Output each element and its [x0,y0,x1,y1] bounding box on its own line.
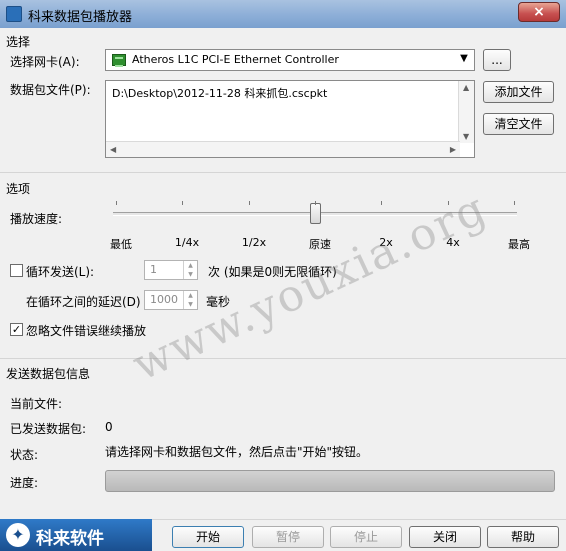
delay-label: 在循环之间的延迟(D) [26,295,141,309]
clear-file-button[interactable]: 清空文件 [483,113,554,135]
brand-logo: ✦ 科来软件 [0,519,152,551]
section-heading-info: 发送数据包信息 [6,367,91,381]
stepper-down-icon[interactable]: ▼ [184,270,197,279]
file-label: 数据包文件(P): [10,83,91,97]
network-card-icon [112,54,126,67]
progress-bar [105,470,555,492]
delay-stepper[interactable]: 1000 ▲ ▼ [144,290,198,310]
section-heading-options: 选项 [6,182,31,196]
divider [0,172,566,173]
window-close-button[interactable]: × [518,2,560,22]
pause-button[interactable]: 暂停 [252,526,324,548]
loop-count-stepper[interactable]: 1 ▲ ▼ [144,260,198,280]
window-title: 科来数据包播放器 [28,10,133,25]
sent-count-value: 0 [105,420,113,434]
speed-tick-label: 最低 [110,238,132,251]
file-list-textarea[interactable]: D:\Desktop\2012-11-28 科来抓包.cscpkt ▲ ▼ ◀ … [105,80,475,158]
status-label: 状态: [10,448,39,462]
speed-tick [249,201,250,205]
vertical-scrollbar[interactable]: ▲ ▼ [458,81,474,143]
stop-button[interactable]: 停止 [330,526,402,548]
speed-tick-label: 1/4x [174,236,200,249]
speed-tick [381,201,382,205]
title-bar: 科来数据包播放器 × [0,0,566,28]
status-value: 请选择网卡和数据包文件，然后点击"开始"按钮。 [105,445,369,459]
progress-label: 进度: [10,476,39,490]
current-file-label: 当前文件: [10,397,63,411]
stepper-down-icon[interactable]: ▼ [184,300,197,309]
app-icon [6,6,22,22]
nic-value: Atheros L1C PCI-E Ethernet Controller [132,53,339,66]
speed-tick [182,201,183,205]
speed-tick-label: 1/2x [241,236,267,249]
delay-value: 1000 [150,293,178,306]
scroll-right-icon[interactable]: ▶ [450,145,456,154]
speed-tick [116,201,117,205]
scroll-down-icon[interactable]: ▼ [463,132,469,141]
add-file-button[interactable]: 添加文件 [483,81,554,103]
stepper-up-icon[interactable]: ▲ [184,261,197,270]
speed-tick [514,201,515,205]
close-button[interactable]: 关闭 [409,526,481,548]
logo-mark-icon: ✦ [6,523,30,547]
speed-slider-thumb[interactable] [310,203,321,224]
speed-tick-label: 最高 [508,238,530,251]
file-path: D:\Desktop\2012-11-28 科来抓包.cscpkt [112,87,328,100]
scroll-up-icon[interactable]: ▲ [463,83,469,92]
speed-label: 播放速度: [10,212,63,226]
stepper-up-icon[interactable]: ▲ [184,291,197,300]
speed-tick [315,201,316,205]
ignore-errors-checkbox[interactable]: ✓ [10,323,23,336]
nic-dropdown[interactable]: Atheros L1C PCI-E Ethernet Controller ▼ [105,49,475,71]
loop-checkbox[interactable] [10,264,23,277]
nic-label: 选择网卡(A): [10,55,80,69]
scroll-left-icon[interactable]: ◀ [110,145,116,154]
divider [0,358,566,359]
ignore-errors-label: 忽略文件错误继续播放 [26,324,147,338]
chevron-down-icon[interactable]: ▼ [457,53,471,67]
logo-text: 科来软件 [36,529,104,549]
loop-label: 循环发送(L): [26,265,95,279]
start-button[interactable]: 开始 [172,526,244,548]
help-button[interactable]: 帮助 [487,526,559,548]
sent-count-label: 已发送数据包: [10,422,87,436]
horizontal-scrollbar[interactable]: ◀ ▶ [106,141,460,157]
loop-count-value: 1 [150,263,157,276]
section-heading-select: 选择 [6,35,31,49]
browse-nic-button[interactable]: ... [483,49,511,71]
